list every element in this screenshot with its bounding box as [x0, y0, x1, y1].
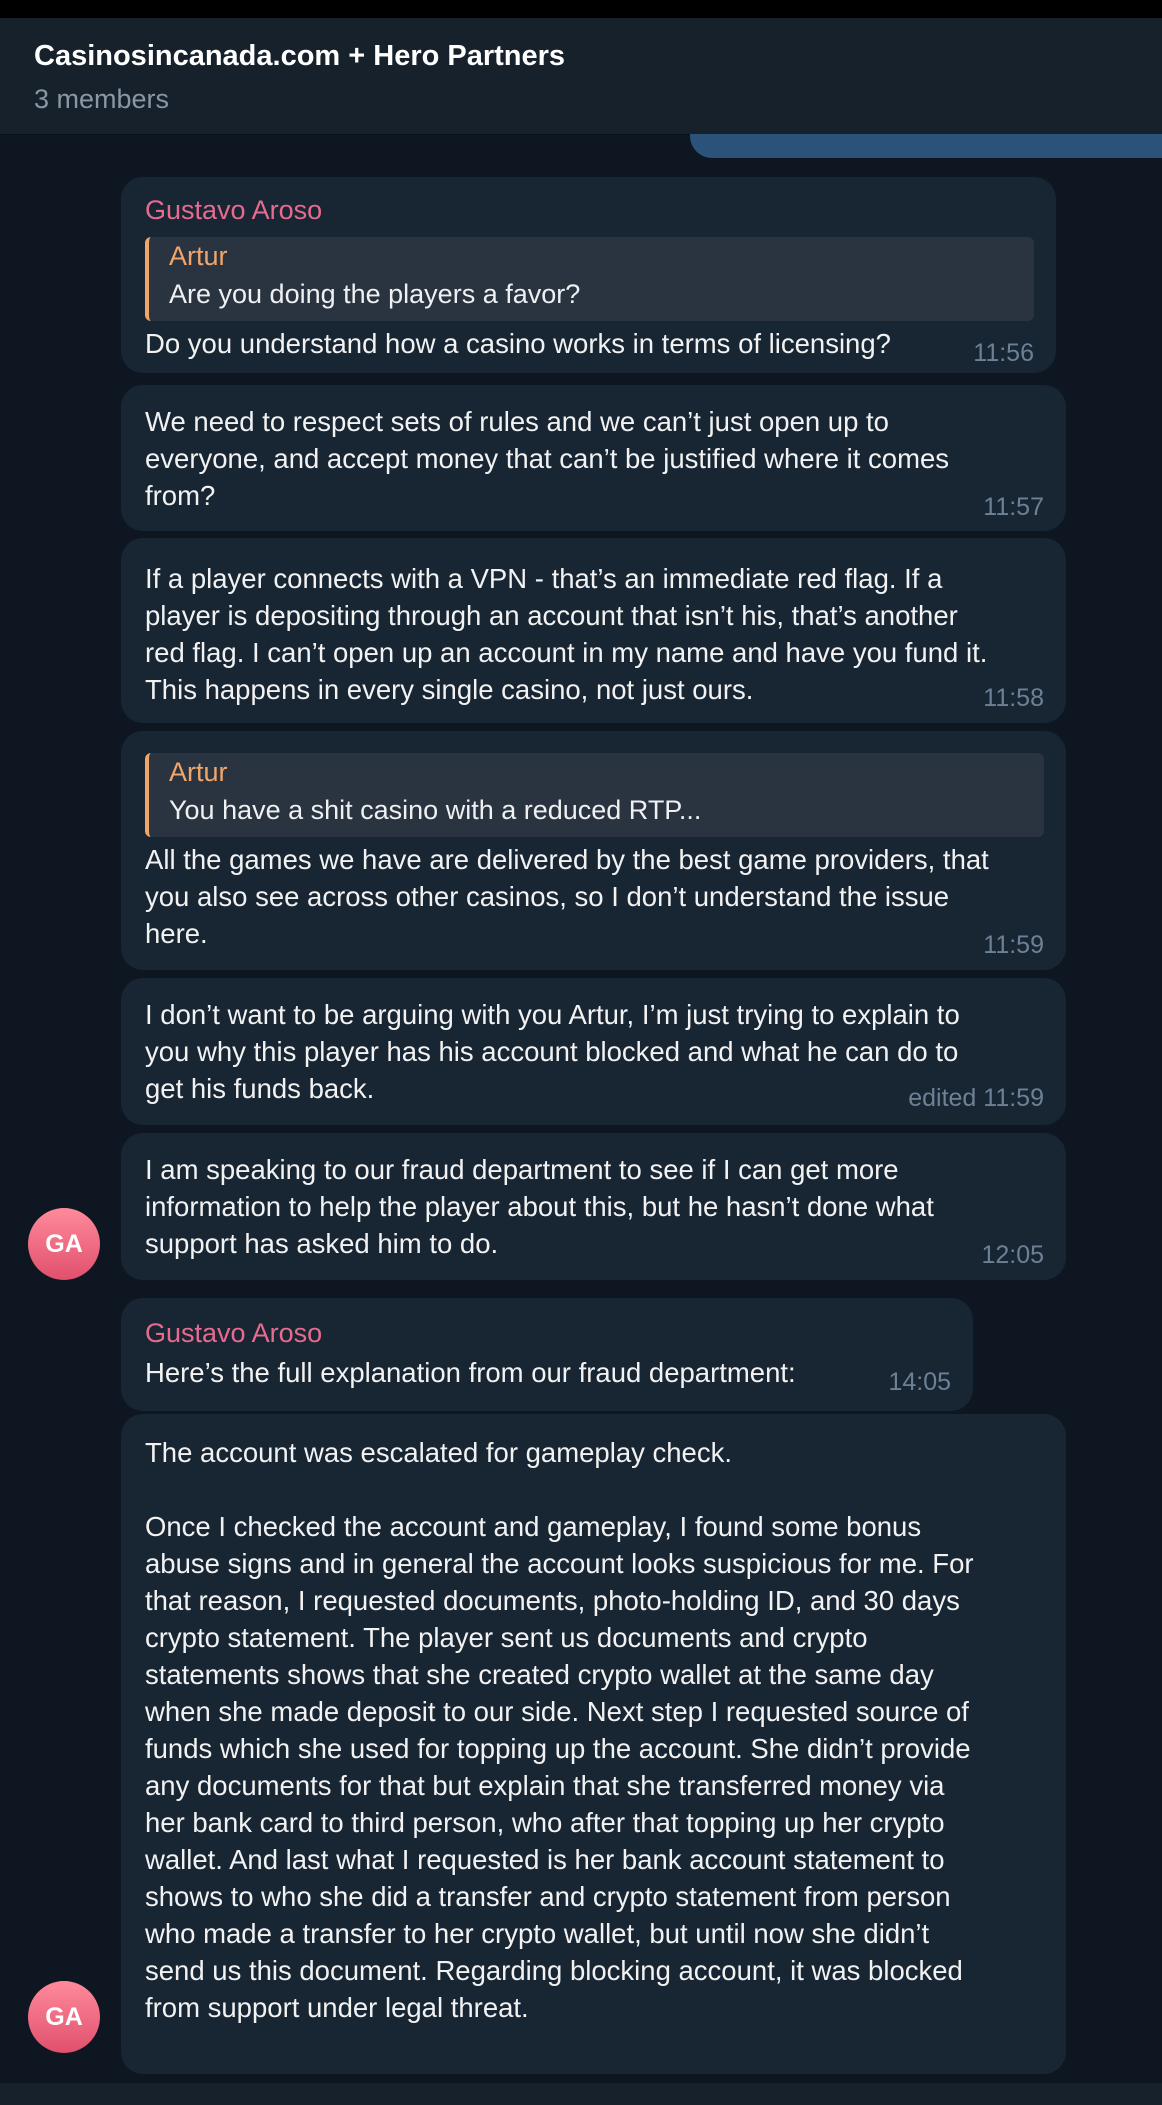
chat-header[interactable]: Casinosincanada.com + Hero Partners 3 me…: [0, 18, 1162, 135]
reply-text: Are you doing the players a favor?: [169, 279, 581, 309]
reply-quote[interactable]: Artur Are you doing the players a favor?: [145, 237, 1034, 321]
message-time: edited 11:59: [908, 1084, 1044, 1112]
avatar[interactable]: GA: [28, 1981, 100, 2053]
message-bubble[interactable]: I don’t want to be arguing with you Artu…: [121, 978, 1066, 1125]
message-text: Here’s the full explanation from our fra…: [145, 1357, 796, 1388]
message-text: We need to respect sets of rules and we …: [145, 406, 950, 511]
message-text: I am speaking to our fraud department to…: [145, 1154, 934, 1259]
message-text: Do you understand how a casino works in …: [145, 328, 891, 359]
reply-quote[interactable]: Artur You have a shit casino with a redu…: [145, 753, 1044, 837]
message-time: 11:57: [983, 493, 1044, 521]
message-time: 11:56: [973, 339, 1034, 367]
message-bubble[interactable]: I am speaking to our fraud department to…: [121, 1133, 1066, 1280]
message-time: 14:05: [888, 1368, 951, 1396]
reply-text: You have a shit casino with a reduced RT…: [169, 795, 702, 825]
message-bubble[interactable]: The account was escalated for gameplay c…: [121, 1414, 1066, 2074]
message-time: 12:05: [981, 1241, 1044, 1269]
message-text: The account was escalated for gameplay c…: [145, 1437, 974, 2023]
message-bubble[interactable]: We need to respect sets of rules and we …: [121, 385, 1066, 531]
reply-author: Artur: [169, 757, 228, 787]
reply-author: Artur: [169, 241, 228, 271]
message-text: All the games we have are delivered by t…: [145, 844, 989, 949]
chat-title[interactable]: Casinosincanada.com + Hero Partners: [34, 40, 565, 73]
top-status-strip: [0, 0, 1162, 18]
avatar[interactable]: GA: [28, 1208, 100, 1280]
message-text: If a player connects with a VPN - that’s…: [145, 563, 988, 705]
message-bubble[interactable]: Artur You have a shit casino with a redu…: [121, 731, 1066, 970]
message-time: 11:58: [983, 684, 1044, 712]
sender-name[interactable]: Gustavo Aroso: [145, 195, 322, 226]
message-bubble[interactable]: If a player connects with a VPN - that’s…: [121, 538, 1066, 723]
message-bubble[interactable]: Gustavo Aroso Artur Are you doing the pl…: [121, 177, 1056, 373]
message-time: 11:59: [983, 931, 1044, 959]
outgoing-message-bubble-partial: [690, 134, 1162, 158]
member-count: 3 members: [34, 84, 170, 114]
message-bubble[interactable]: Gustavo Aroso Here’s the full explanatio…: [121, 1298, 973, 1411]
sender-name[interactable]: Gustavo Aroso: [145, 1318, 322, 1349]
composer-bar[interactable]: [0, 2083, 1162, 2105]
